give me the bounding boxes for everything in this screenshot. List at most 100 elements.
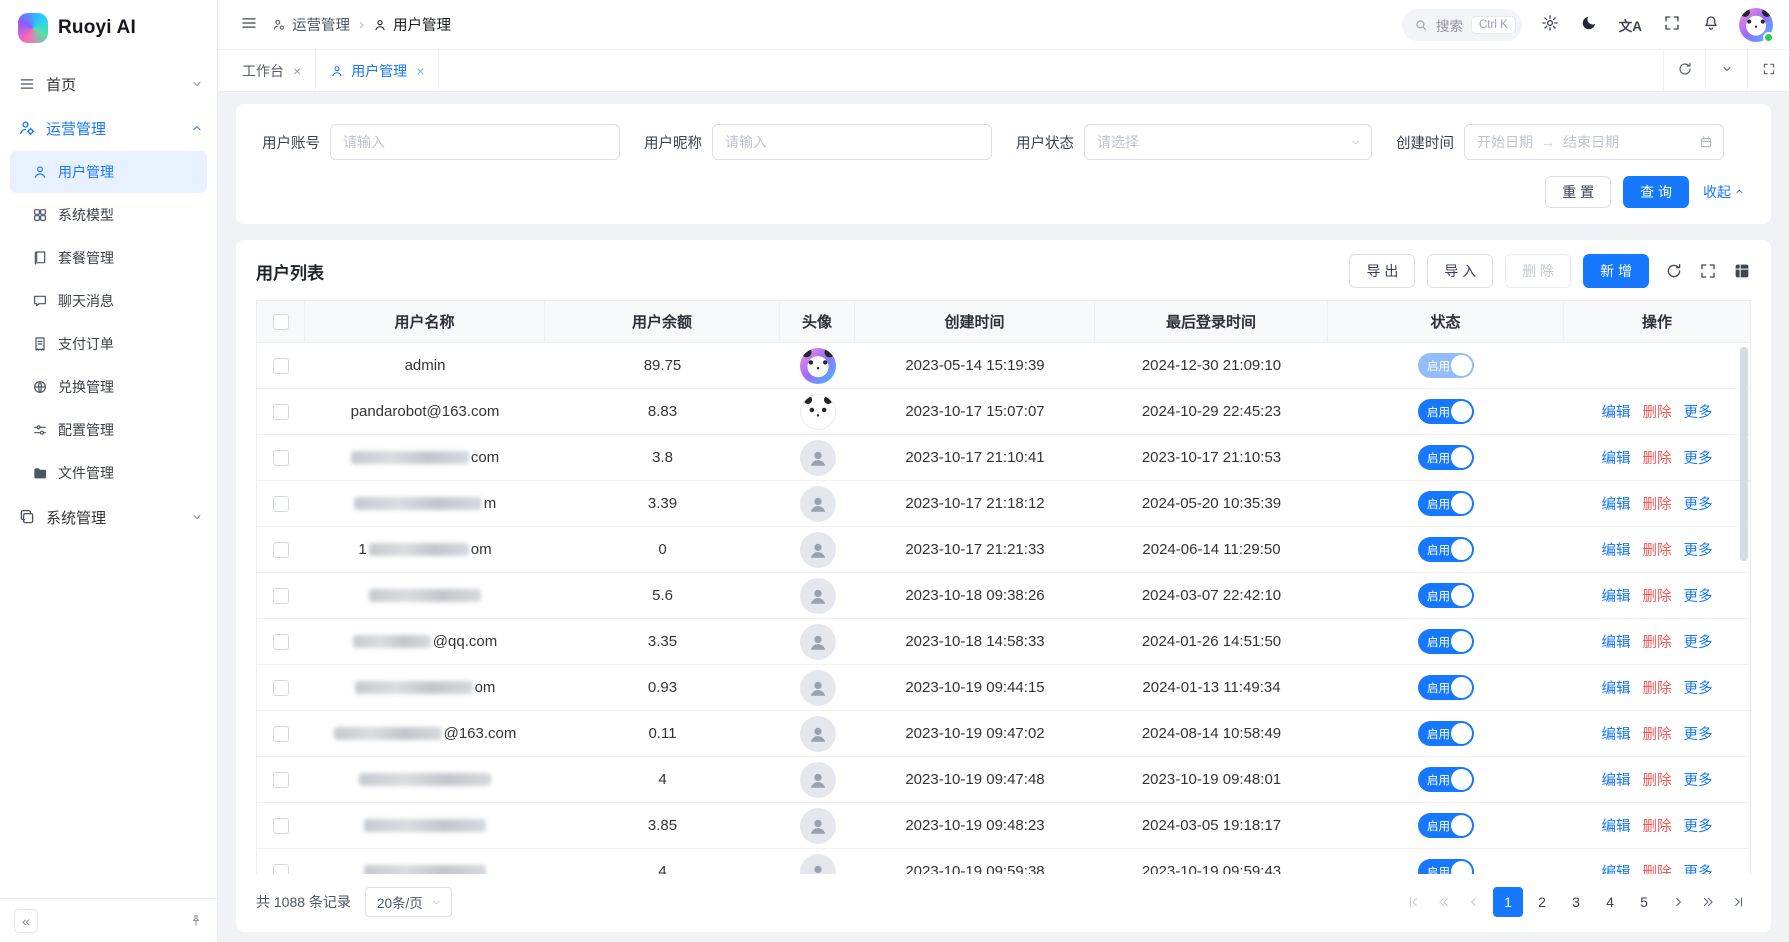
select-all-checkbox[interactable] <box>273 314 289 330</box>
fast-next-button[interactable] <box>1695 889 1721 915</box>
row-checkbox[interactable] <box>273 496 289 512</box>
status-toggle[interactable]: 启用 <box>1418 537 1474 562</box>
row-checkbox[interactable] <box>273 680 289 696</box>
prev-page-button[interactable] <box>1461 889 1487 915</box>
breadcrumb-user-management[interactable]: 用户管理 <box>373 14 451 35</box>
delete-button[interactable]: 删 除 <box>1505 254 1571 288</box>
tab-user-management[interactable]: 用户管理 × <box>316 50 439 91</box>
page-button-4[interactable]: 4 <box>1595 887 1625 917</box>
pin-icon[interactable] <box>189 914 203 928</box>
sidebar-item-chat-messages[interactable]: 聊天消息 <box>10 280 207 322</box>
more-link[interactable]: 更多 <box>1684 447 1713 468</box>
delete-link[interactable]: 删除 <box>1643 861 1672 874</box>
user-avatar[interactable] <box>1739 8 1773 42</box>
settings-button[interactable] <box>1539 12 1561 37</box>
last-page-button[interactable] <box>1725 889 1751 915</box>
sidebar-item-config-management[interactable]: 配置管理 <box>10 409 207 451</box>
next-page-button[interactable] <box>1665 889 1691 915</box>
delete-link[interactable]: 删除 <box>1643 447 1672 468</box>
nickname-input[interactable] <box>712 124 992 160</box>
row-checkbox[interactable] <box>273 542 289 558</box>
page-button-5[interactable]: 5 <box>1629 887 1659 917</box>
row-checkbox[interactable] <box>273 450 289 466</box>
status-toggle[interactable]: 启用 <box>1418 859 1474 874</box>
edit-link[interactable]: 编辑 <box>1602 677 1631 698</box>
sidebar-item-exchange-management[interactable]: 兑换管理 <box>10 366 207 408</box>
status-toggle[interactable]: 启用 <box>1418 445 1474 470</box>
page-button-3[interactable]: 3 <box>1561 887 1591 917</box>
theme-toggle-button[interactable] <box>1578 12 1600 37</box>
delete-link[interactable]: 删除 <box>1643 585 1672 606</box>
more-link[interactable]: 更多 <box>1684 723 1713 744</box>
status-toggle[interactable]: 启用 <box>1418 353 1474 378</box>
delete-link[interactable]: 删除 <box>1643 493 1672 514</box>
refresh-table-button[interactable] <box>1665 262 1683 280</box>
more-link[interactable]: 更多 <box>1684 815 1713 836</box>
edit-link[interactable]: 编辑 <box>1602 401 1631 422</box>
sidebar-item-file-management[interactable]: 文件管理 <box>10 452 207 494</box>
row-checkbox[interactable] <box>273 864 289 875</box>
sidebar-item-home[interactable]: 首页 <box>0 62 217 106</box>
close-icon[interactable]: × <box>416 64 424 78</box>
global-search[interactable]: 搜索 Ctrl K <box>1402 9 1522 41</box>
reset-button[interactable]: 重 置 <box>1545 176 1611 208</box>
more-link[interactable]: 更多 <box>1684 585 1713 606</box>
created-date-range[interactable]: 开始日期 → 结束日期 <box>1464 124 1724 160</box>
delete-link[interactable]: 删除 <box>1643 631 1672 652</box>
more-link[interactable]: 更多 <box>1684 861 1713 874</box>
status-toggle[interactable]: 启用 <box>1418 583 1474 608</box>
more-link[interactable]: 更多 <box>1684 769 1713 790</box>
sidebar-item-user-management[interactable]: 用户管理 <box>10 151 207 193</box>
fast-prev-button[interactable] <box>1431 889 1457 915</box>
account-input[interactable] <box>330 124 620 160</box>
start-date-input[interactable]: 开始日期 <box>1477 132 1533 152</box>
sidebar-collapse-button[interactable]: « <box>14 909 38 933</box>
page-size-select[interactable]: 20条/页 <box>365 887 452 917</box>
first-page-button[interactable] <box>1401 889 1427 915</box>
row-checkbox[interactable] <box>273 634 289 650</box>
more-link[interactable]: 更多 <box>1684 401 1713 422</box>
row-checkbox[interactable] <box>273 358 289 374</box>
edit-link[interactable]: 编辑 <box>1602 539 1631 560</box>
tab-workbench[interactable]: 工作台 × <box>228 50 316 91</box>
status-toggle[interactable]: 启用 <box>1418 721 1474 746</box>
status-toggle[interactable]: 启用 <box>1418 675 1474 700</box>
collapse-filter-link[interactable]: 收起 <box>1703 182 1745 202</box>
content-fullscreen-button[interactable] <box>1747 50 1789 91</box>
tab-menu-button[interactable] <box>1705 50 1747 91</box>
status-toggle[interactable]: 启用 <box>1418 629 1474 654</box>
row-checkbox[interactable] <box>273 772 289 788</box>
status-toggle[interactable]: 启用 <box>1418 767 1474 792</box>
breadcrumb-operations[interactable]: 运营管理 <box>272 14 350 35</box>
more-link[interactable]: 更多 <box>1684 631 1713 652</box>
import-button[interactable]: 导 入 <box>1427 254 1493 288</box>
more-link[interactable]: 更多 <box>1684 677 1713 698</box>
end-date-input[interactable]: 结束日期 <box>1563 132 1619 152</box>
row-checkbox[interactable] <box>273 726 289 742</box>
sidebar-item-payment-orders[interactable]: 支付订单 <box>10 323 207 365</box>
edit-link[interactable]: 编辑 <box>1602 723 1631 744</box>
page-button-2[interactable]: 2 <box>1527 887 1557 917</box>
edit-link[interactable]: 编辑 <box>1602 585 1631 606</box>
export-button[interactable]: 导 出 <box>1349 254 1415 288</box>
refresh-tab-button[interactable] <box>1663 50 1705 91</box>
column-settings-button[interactable] <box>1733 262 1751 280</box>
search-button[interactable]: 查 询 <box>1623 176 1689 208</box>
more-link[interactable]: 更多 <box>1684 493 1713 514</box>
page-button-1[interactable]: 1 <box>1493 887 1523 917</box>
sidebar-item-operations[interactable]: 运营管理 <box>0 106 217 150</box>
language-button[interactable]: 文A <box>1617 13 1644 37</box>
edit-link[interactable]: 编辑 <box>1602 493 1631 514</box>
sidebar-item-package-management[interactable]: 套餐管理 <box>10 237 207 279</box>
more-link[interactable]: 更多 <box>1684 539 1713 560</box>
delete-link[interactable]: 删除 <box>1643 677 1672 698</box>
notifications-button[interactable] <box>1700 12 1722 37</box>
table-fullscreen-button[interactable] <box>1699 262 1717 280</box>
status-toggle[interactable]: 启用 <box>1418 491 1474 516</box>
sidebar-item-system-model[interactable]: 系统模型 <box>10 194 207 236</box>
app-logo[interactable]: Ruoyi AI <box>0 0 217 56</box>
edit-link[interactable]: 编辑 <box>1602 769 1631 790</box>
delete-link[interactable]: 删除 <box>1643 401 1672 422</box>
sidebar-item-system-management[interactable]: 系统管理 <box>0 495 217 539</box>
status-select[interactable]: 请选择 <box>1084 124 1372 160</box>
